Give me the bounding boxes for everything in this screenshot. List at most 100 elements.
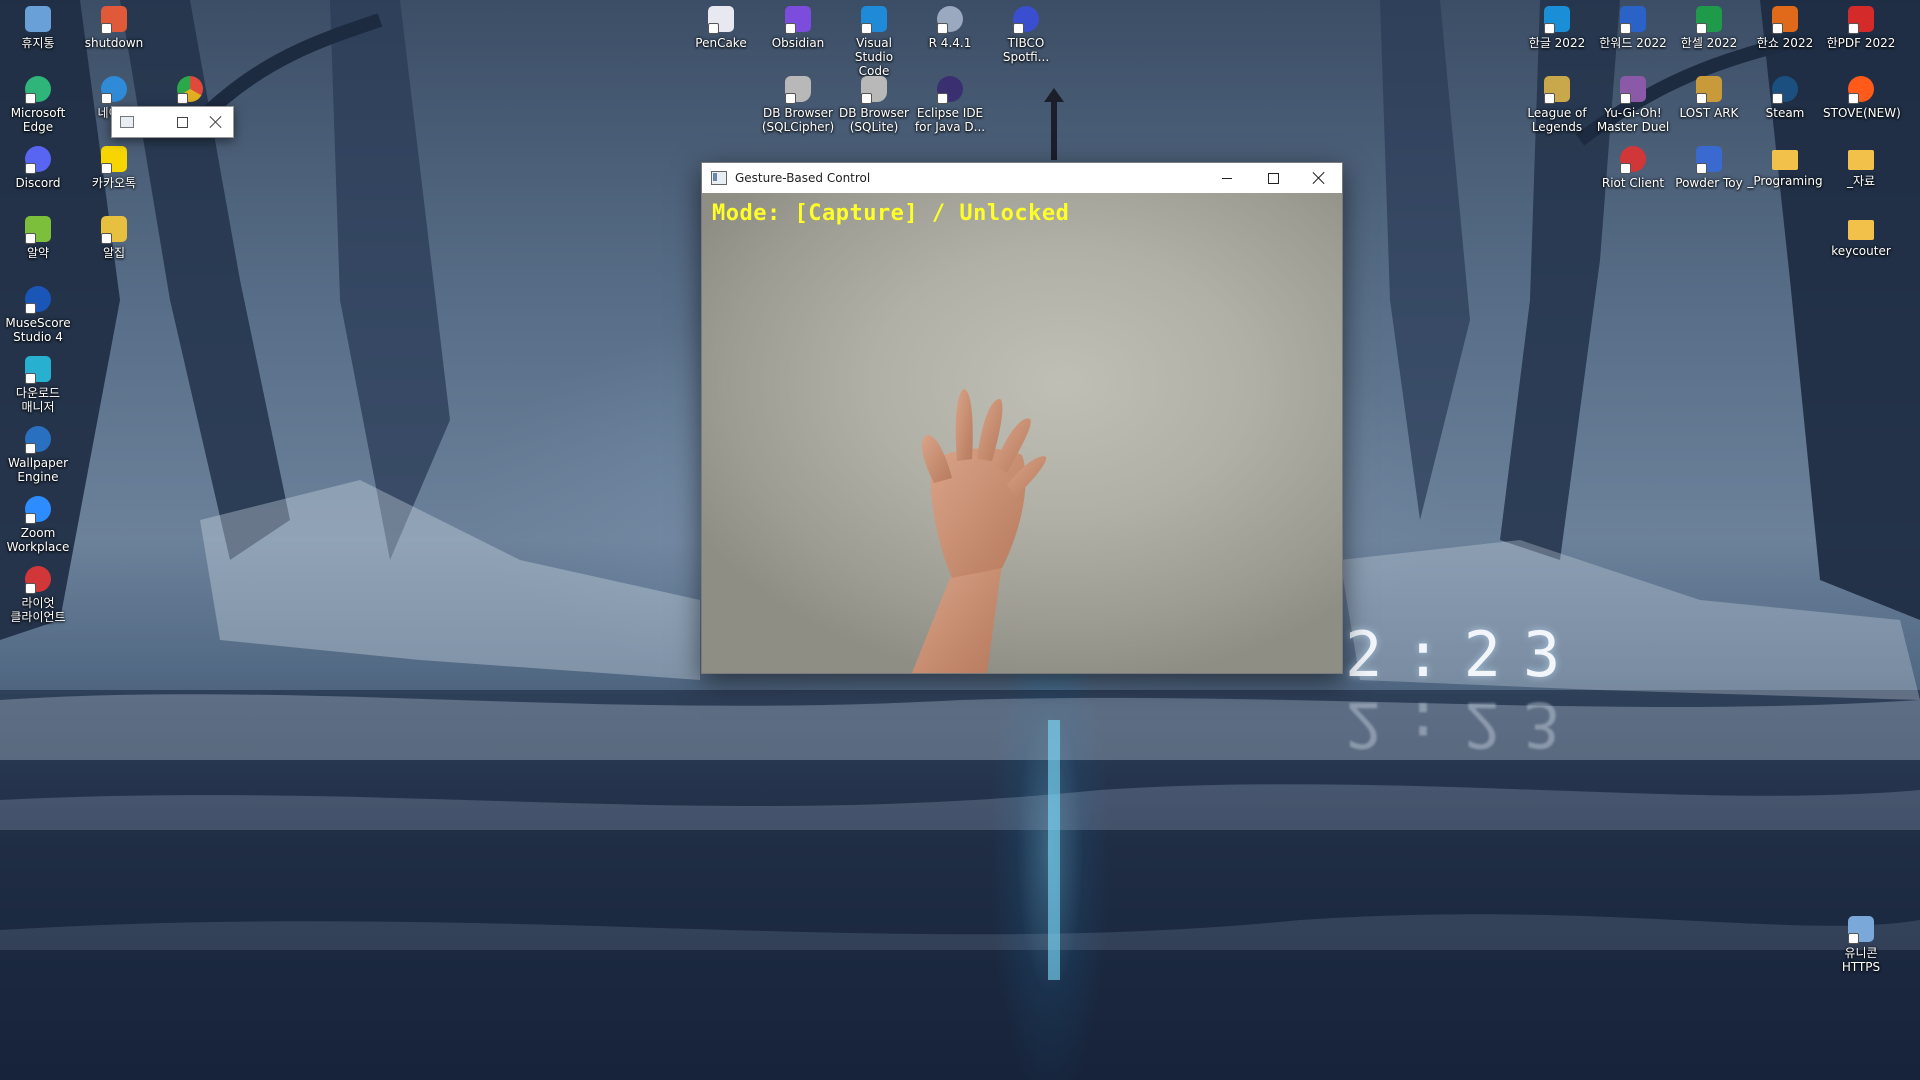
desktop-icon-label: MuseScore Studio 4 [5,316,71,344]
desktop-icon-league-of-legends[interactable]: League of Legends [1519,76,1595,134]
folder-icon [1848,220,1874,240]
desktop-icon-shutdown[interactable]: shutdown [76,6,152,50]
desktop-icon-db-browser-sqlite[interactable]: DB Browser (SQLite) [836,76,912,134]
desktop-icon-vscode[interactable]: Visual Studio Code [836,6,912,78]
small-window-maximize-button[interactable] [165,107,199,137]
desktop-icon-riot-client[interactable]: Riot Client [1595,146,1671,190]
desktop-icon-label: 알집 [102,246,126,260]
desktop-icon-eclipse[interactable]: Eclipse IDE for Java D... [912,76,988,134]
pencake-icon [708,6,734,34]
hanpdf-icon [1848,6,1874,34]
desktop-icon-tibco[interactable]: TIBCO Spotfi... [988,6,1064,64]
hanword-icon [1620,6,1646,34]
db-browser-icon [785,76,811,104]
desktop-icon-discord[interactable]: Discord [0,146,76,190]
desktop-icon-label: League of Legends [1527,106,1587,134]
steam-icon [1772,76,1798,104]
r-icon [937,6,963,34]
desktop-icon-steam[interactable]: Steam [1747,76,1823,120]
desktop-icon-hanword[interactable]: 한워드 2022 [1595,6,1671,50]
recycle-bin-icon [25,6,51,32]
mode-status-text: Mode: [Capture] / Unlocked [712,201,1070,226]
desktop-icon-label: 한PDF 2022 [1826,36,1896,50]
powder-toy-icon [1696,146,1722,174]
desktop-icon-label: R 4.4.1 [928,36,972,50]
minimize-icon [1222,177,1232,179]
desktop-icon-label: Eclipse IDE for Java D... [914,106,986,134]
maximize-button[interactable] [1250,163,1296,193]
desktop-icon-wallpaper-engine[interactable]: Wallpaper Engine [0,426,76,484]
desktop-icon-keycouter-folder[interactable]: keycouter [1823,216,1899,258]
desktop-icon-r[interactable]: R 4.4.1 [912,6,988,50]
close-button[interactable] [1296,163,1342,193]
gesture-control-window[interactable]: Gesture-Based Control Mode: [Capture] / … [701,162,1343,674]
eclipse-icon [937,76,963,104]
desktop-icon-label: Steam [1765,106,1805,120]
alyac-icon [25,216,51,244]
riot-client-icon [25,566,51,594]
desktop-icon-lost-ark[interactable]: LOST ARK [1671,76,1747,120]
desktop-icon-obsidian[interactable]: Obsidian [760,6,836,50]
desktop-icon-recycle-bin[interactable]: 휴지통 [0,6,76,50]
minimize-button[interactable] [1204,163,1250,193]
desktop-icon-yugioh[interactable]: Yu-Gi-Oh! Master Duel [1595,76,1671,134]
shutdown-icon [101,6,127,34]
desktop-icon-label: Microsoft Edge [10,106,66,134]
desktop-icon-edge[interactable]: Microsoft Edge [0,76,76,134]
desktop-icon-hancell[interactable]: 한셀 2022 [1671,6,1747,50]
stove-icon [1848,76,1874,104]
kakaotalk-icon [101,146,127,174]
desktop-icon-riot-client-ko[interactable]: 라이엇 클라이언트 [0,566,76,624]
desktop-icon-kakaotalk[interactable]: 카카오톡 [76,146,152,190]
desktop-icon-alyac[interactable]: 알약 [0,216,76,260]
desktop-icon-label: STOVE(NEW) [1823,106,1901,120]
caption-buttons [1204,163,1342,193]
desktop-icon-chrome[interactable] [152,76,228,106]
desktop-icon-download-manager[interactable]: 다운로드 매니저 [0,356,76,414]
desktop-icon-label: 휴지통 [21,36,55,50]
desktop-icon-zoom[interactable]: Zoom Workplace [0,496,76,554]
close-icon [1313,172,1325,184]
desktop-icon-label: 한쇼 2022 [1756,36,1814,50]
desktop-icon-hanpdf[interactable]: 한PDF 2022 [1823,6,1899,50]
small-window[interactable] [111,106,234,138]
desktop-icon-label: 다운로드 매니저 [15,386,61,414]
desktop-icon-label: LOST ARK [1679,106,1739,120]
obsidian-icon [785,6,811,34]
desktop-icon-musescore[interactable]: MuseScore Studio 4 [0,286,76,344]
edge-icon [25,76,51,104]
hancell-icon [1696,6,1722,34]
zoom-icon [25,496,51,524]
desktop-icon-powder-toy[interactable]: Powder Toy [1671,146,1747,190]
folder-icon [1772,150,1798,170]
tibco-spotfire-icon [1013,6,1039,34]
desktop-icon-label: Obsidian [771,36,825,50]
desktop-icon-programing-folder[interactable]: _Programing [1747,146,1823,188]
alzip-icon [101,216,127,244]
camera-feed: Mode: [Capture] / Unlocked [702,193,1342,673]
desktop-icon-db-browser-sqlcipher[interactable]: DB Browser (SQLCipher) [760,76,836,134]
desktop-icon-label: Riot Client [1601,176,1665,190]
desktop-icon-unicorn-https[interactable]: 유니콘 HTTPS [1823,916,1899,974]
lost-ark-icon [1696,76,1722,104]
desktop-icon-label: 한글 2022 [1528,36,1586,50]
musescore-icon [25,286,51,314]
hand-image [912,389,1047,673]
desktop-icon-label: _Programing [1747,174,1823,188]
small-window-close-button[interactable] [199,107,233,137]
desktop-icon-jaryo-folder[interactable]: _자료 [1823,146,1899,188]
desktop-icon-alzip[interactable]: 알집 [76,216,152,260]
maximize-icon [176,116,188,128]
desktop-icon-stove[interactable]: STOVE(NEW) [1823,76,1901,120]
league-of-legends-icon [1544,76,1570,104]
window-titlebar[interactable]: Gesture-Based Control [702,163,1342,193]
desktop-icon-label: 라이엇 클라이언트 [10,596,66,624]
desktop-icon-hanshow[interactable]: 한쇼 2022 [1747,6,1823,50]
desktop-icon-label: Powder Toy [1675,176,1743,190]
naver-whale-icon [101,76,127,104]
vscode-icon [861,6,887,34]
window-title: Gesture-Based Control [735,171,871,185]
desktop-icon-hangul[interactable]: 한글 2022 [1519,6,1595,50]
desktop-icon-pencake[interactable]: PenCake [683,6,759,50]
wallpaper-engine-icon [25,426,51,454]
